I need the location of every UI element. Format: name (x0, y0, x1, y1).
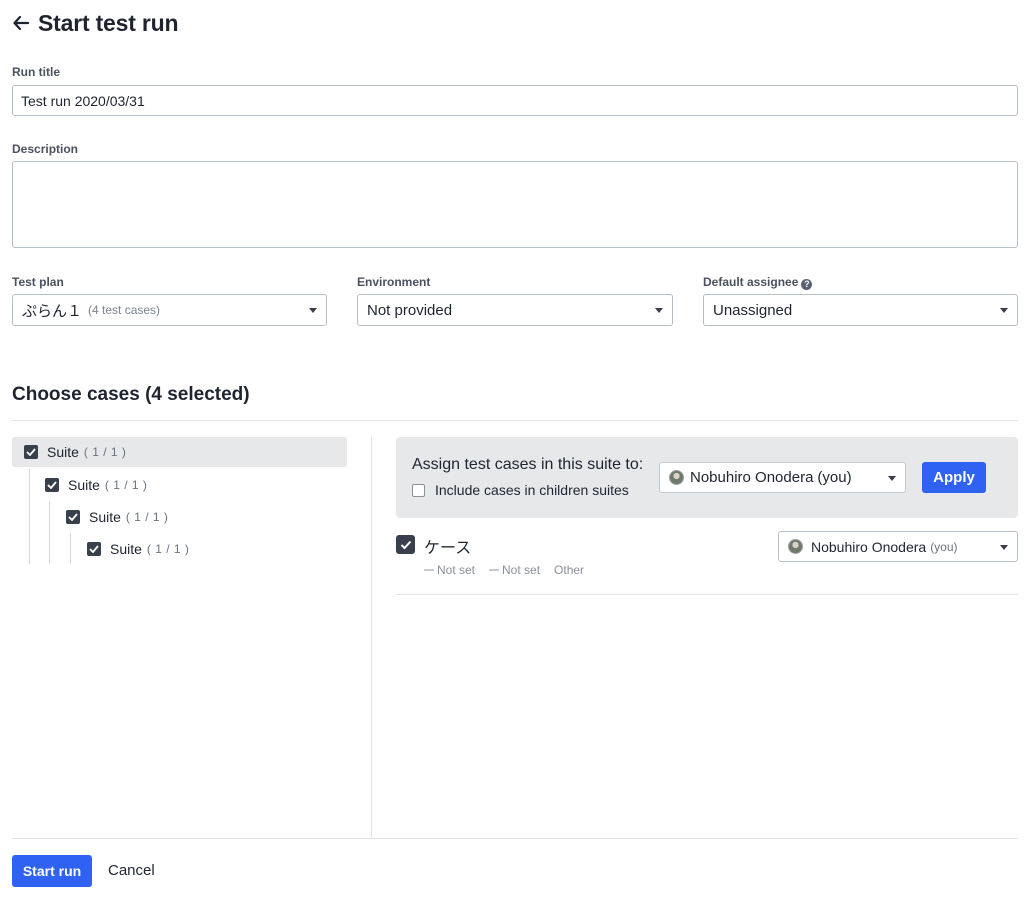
tree-guide-line (29, 469, 30, 564)
case-assignee-suffix: (you) (930, 539, 958, 554)
caret-down-icon (1000, 308, 1008, 313)
caret-down-icon (309, 308, 317, 313)
case-meta: Not set Not set Other (424, 563, 598, 577)
case-type: Other (554, 563, 584, 577)
footer-divider (12, 838, 1018, 839)
suite-count: ( 1 / 1 ) (125, 510, 169, 524)
assign-panel-title: Assign test cases in this suite to: (412, 456, 644, 473)
environment-label: Environment (357, 275, 431, 289)
avatar (788, 539, 803, 554)
suite-assignee-name: Nobuhiro Onodera (690, 469, 814, 486)
suite-assignee-suffix: (you) (817, 469, 852, 486)
section-divider (12, 420, 1018, 421)
avatar (669, 470, 684, 485)
test-plan-label: Test plan (12, 275, 64, 289)
page-header: Start test run (12, 8, 179, 38)
suite-count: ( 1 / 1 ) (104, 478, 148, 492)
page-title: Start test run (38, 9, 179, 36)
assign-panel: Assign test cases in this suite to: Incl… (396, 437, 1018, 518)
case-name: ケース (424, 540, 472, 557)
suite-assignee-select[interactable]: Nobuhiro Onodera (you) (659, 462, 906, 493)
apply-button[interactable]: Apply (922, 462, 986, 493)
run-title-input[interactable] (12, 85, 1018, 116)
suite-tree-item[interactable]: Suite ( 1 / 1 ) (12, 437, 347, 467)
checkbox-checked-icon[interactable] (24, 445, 38, 459)
run-title-label: Run title (12, 65, 60, 79)
choose-cases-title: Choose cases (4 selected) (12, 384, 250, 405)
suite-name: Suite (68, 477, 100, 493)
arrow-left-icon[interactable] (12, 14, 30, 32)
checkbox-checked-icon[interactable] (66, 510, 80, 524)
case-meta-value: Not set (502, 563, 541, 577)
suite-tree-item[interactable]: Suite ( 1 / 1 ) (45, 470, 345, 500)
cancel-button[interactable]: Cancel (108, 862, 155, 879)
test-plan-select[interactable]: ぷらん１ (4 test cases) (12, 294, 327, 326)
include-children-checkbox[interactable] (412, 483, 425, 497)
case-meta-value: Other (554, 563, 585, 577)
tree-guide-line (49, 501, 50, 564)
caret-down-icon (655, 308, 663, 313)
suite-count: ( 1 / 1 ) (146, 542, 190, 556)
panel-divider (371, 437, 372, 838)
caret-down-icon (888, 476, 896, 481)
question-circle-icon[interactable]: ? (801, 278, 813, 290)
suite-name: Suite (89, 509, 121, 525)
suite-name: Suite (47, 444, 79, 460)
default-assignee-value: Unassigned (713, 301, 793, 319)
start-run-button[interactable]: Start run (12, 855, 92, 887)
suite-tree-item[interactable]: Suite ( 1 / 1 ) (66, 502, 346, 532)
tree-guide-line (70, 533, 71, 564)
checkbox-checked-icon[interactable] (87, 542, 101, 556)
suite-name: Suite (110, 541, 142, 557)
case-checkbox[interactable] (396, 535, 415, 554)
dash-icon (424, 569, 434, 571)
description-label: Description (12, 142, 79, 156)
default-assignee-label-wrap: Default assignee? (703, 275, 813, 290)
checkbox-checked-icon[interactable] (45, 478, 59, 492)
case-meta-value: Not set (437, 563, 476, 577)
case-status: Not set (489, 563, 540, 577)
suite-count: ( 1 / 1 ) (83, 445, 127, 459)
environment-select[interactable]: Not provided (357, 294, 673, 326)
include-children-label: Include cases in children suites (435, 482, 629, 498)
case-row: ケース Not set Not set Other Nobuhiro Onode… (396, 531, 1018, 595)
include-children-option[interactable]: Include cases in children suites (412, 482, 629, 498)
environment-value: Not provided (367, 301, 453, 319)
caret-down-icon (1000, 545, 1008, 550)
description-textarea[interactable] (12, 161, 1018, 248)
default-assignee-select[interactable]: Unassigned (703, 294, 1018, 326)
case-assignee-select[interactable]: Nobuhiro Onodera (you) (778, 531, 1018, 562)
default-assignee-label: Default assignee (703, 275, 799, 289)
suite-tree-item[interactable]: Suite ( 1 / 1 ) (87, 534, 347, 564)
case-priority: Not set (424, 563, 475, 577)
test-plan-count: (4 test cases) (88, 303, 161, 317)
case-assignee-name: Nobuhiro Onodera (811, 538, 927, 555)
dash-icon (489, 569, 500, 571)
test-plan-value: ぷらん１ (22, 302, 83, 320)
